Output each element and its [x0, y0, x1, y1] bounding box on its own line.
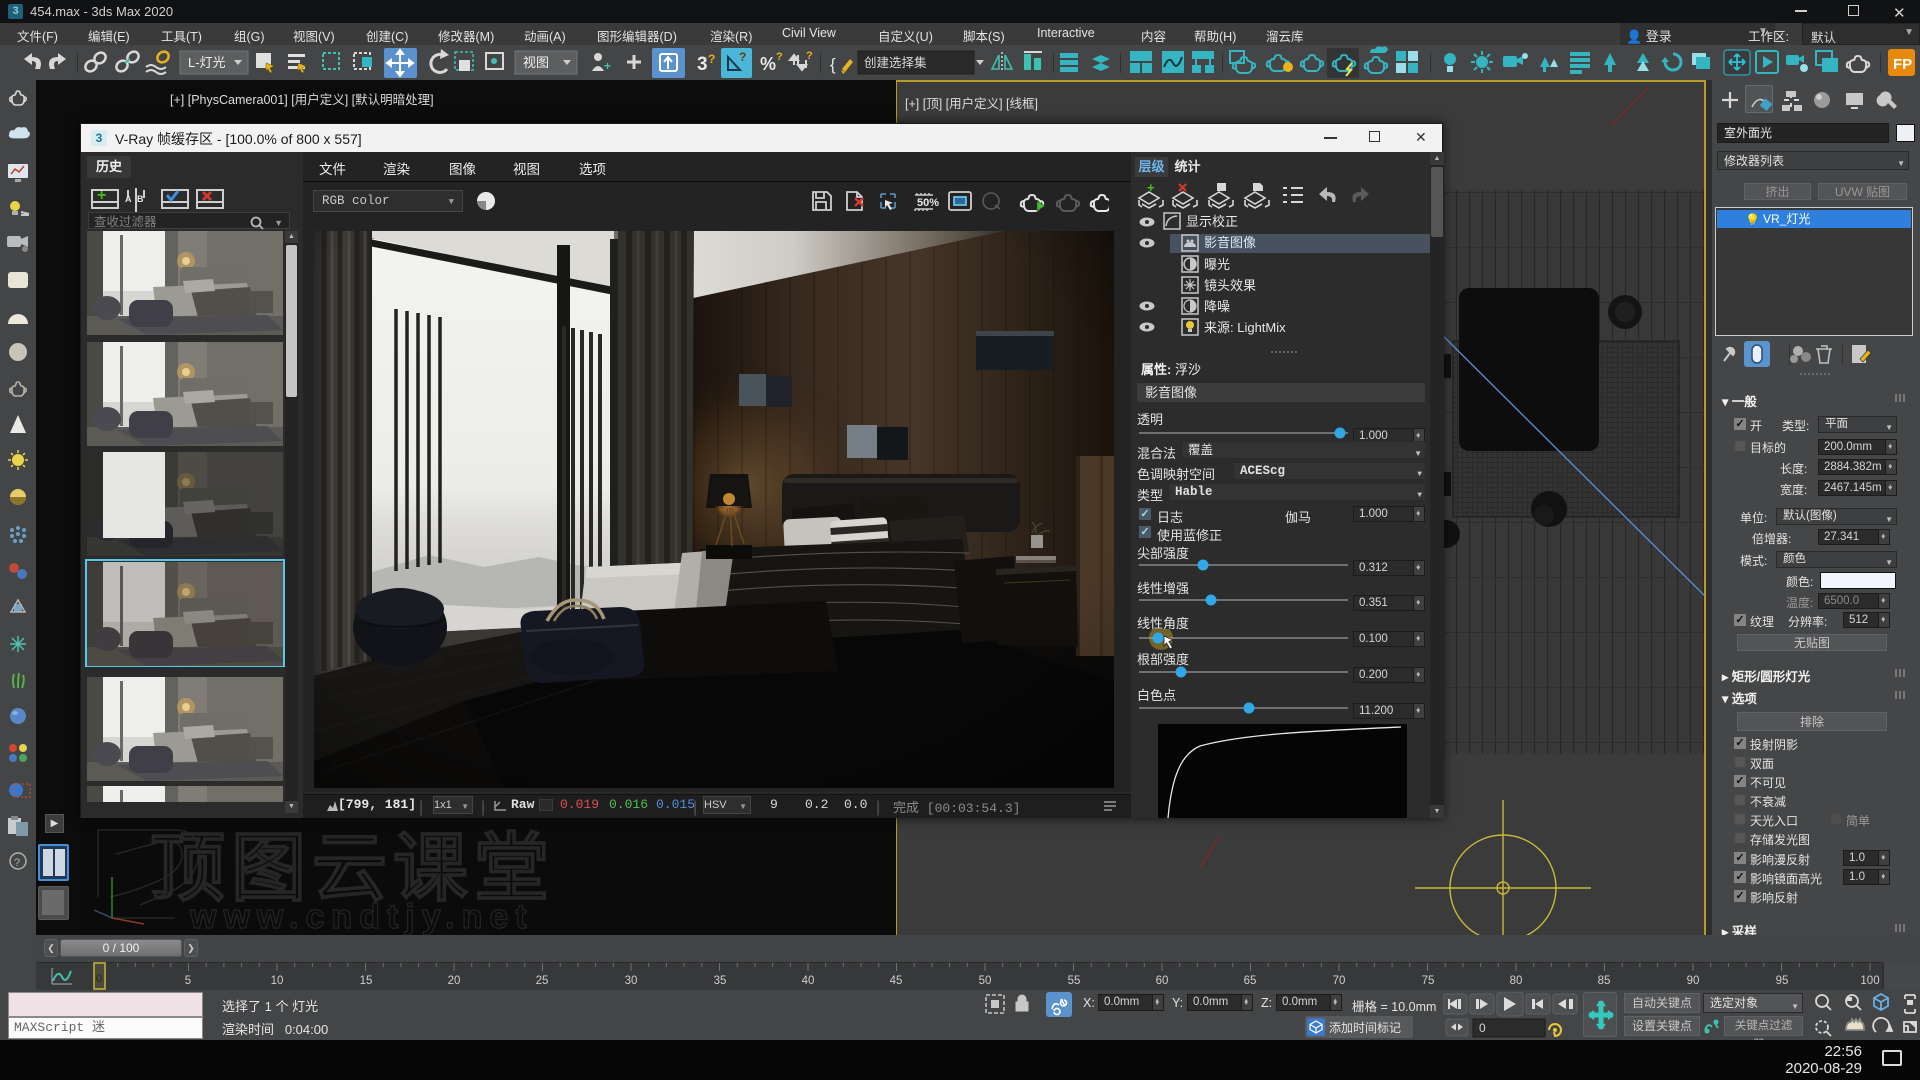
svg-text:65: 65 — [1244, 975, 1257, 987]
svg-text:0: 0 — [96, 973, 102, 985]
svg-text:+: + — [604, 59, 611, 73]
svg-text:影音图像: 影音图像 — [1204, 235, 1256, 250]
svg-text:创建选择集: 创建选择集 — [864, 55, 927, 70]
svg-text:50: 50 — [979, 975, 992, 987]
svg-text:30: 30 — [625, 975, 638, 987]
svg-text:45: 45 — [890, 975, 903, 987]
svg-text:55: 55 — [1068, 975, 1081, 987]
svg-text:50%: 50% — [917, 197, 939, 209]
svg-text:90: 90 — [1687, 975, 1700, 987]
svg-text:www.cndtjy.net: www.cndtjy.net — [189, 898, 534, 935]
svg-text:15: 15 — [360, 975, 373, 987]
svg-text:100: 100 — [1860, 975, 1879, 987]
svg-text:40: 40 — [802, 975, 815, 987]
svg-text:?: ? — [806, 50, 813, 62]
svg-text:A: A — [125, 194, 132, 204]
svg-text:0: 0 — [1479, 1021, 1486, 1035]
svg-text:镜头效果: 镜头效果 — [1204, 278, 1256, 293]
svg-text:B: B — [137, 194, 144, 204]
svg-text:3: 3 — [697, 54, 708, 75]
svg-text:60: 60 — [1156, 975, 1169, 987]
svg-text:曝光: 曝光 — [1204, 257, 1230, 272]
svg-text:?: ? — [708, 52, 715, 66]
svg-text:85: 85 — [1598, 975, 1611, 987]
svg-text:?: ? — [739, 50, 746, 64]
svg-text:80: 80 — [1510, 975, 1523, 987]
svg-text:+: + — [97, 187, 106, 204]
svg-text:降噪: 降噪 — [1204, 299, 1230, 314]
svg-text:95: 95 — [1776, 975, 1789, 987]
svg-text:+: + — [1147, 180, 1155, 195]
svg-text:{: { — [830, 55, 836, 74]
svg-text:来源: LightMix: 来源: LightMix — [1204, 320, 1286, 335]
svg-text:20: 20 — [448, 975, 461, 987]
svg-text:70: 70 — [1333, 975, 1346, 987]
svg-text:L-灯光: L-灯光 — [188, 55, 226, 70]
svg-text:显示校正: 显示校正 — [1186, 214, 1238, 229]
svg-text:35: 35 — [714, 975, 727, 987]
svg-text:%: % — [760, 54, 776, 74]
svg-text:视图: 视图 — [523, 55, 549, 70]
svg-text:75: 75 — [1422, 975, 1435, 987]
svg-text:5: 5 — [185, 975, 191, 987]
svg-text:?: ? — [14, 857, 20, 869]
svg-text:25: 25 — [536, 975, 549, 987]
svg-text:FP: FP — [1893, 56, 1912, 73]
svg-text:10: 10 — [271, 975, 284, 987]
svg-text:?: ? — [776, 51, 783, 63]
